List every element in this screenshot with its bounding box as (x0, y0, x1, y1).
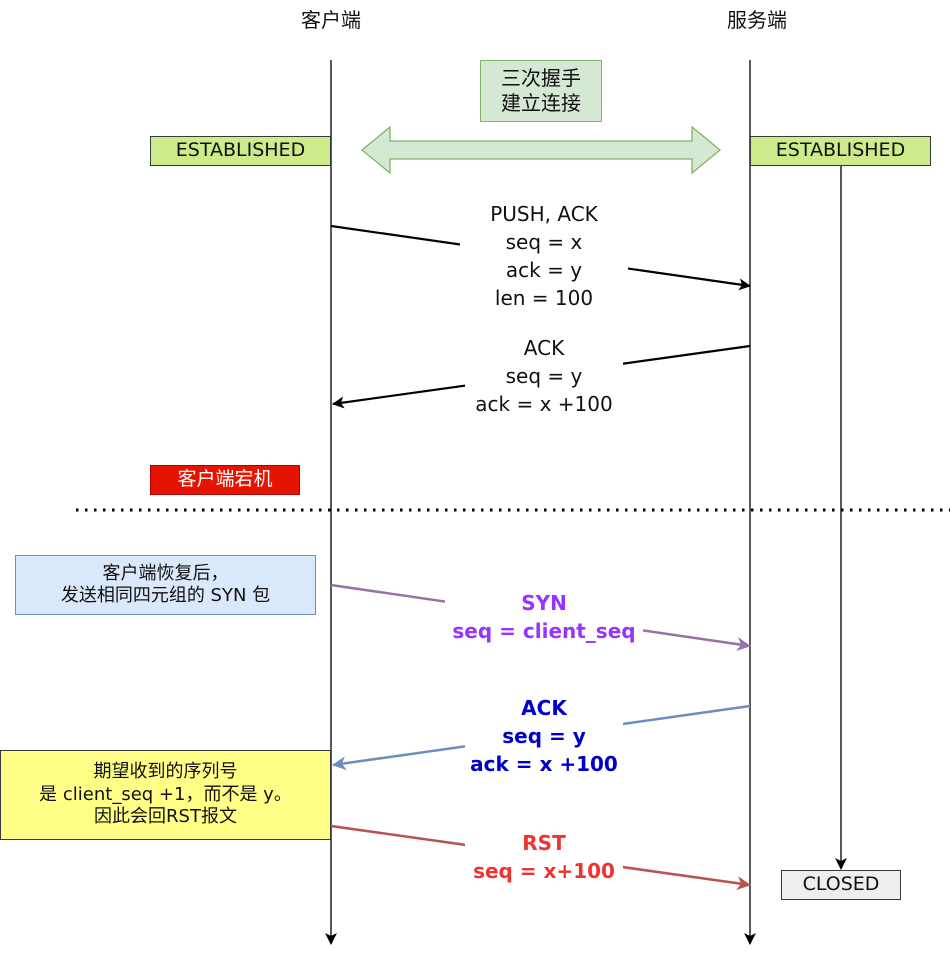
ack-retransmit-label-line: seq = y (502, 724, 586, 748)
push-ack-label-line: PUSH, ACK (490, 202, 598, 226)
ack-label-line: ack = x +100 (475, 392, 613, 416)
ack-label: ACK seq = y ack = x +100 (465, 334, 623, 418)
rst-label-line: seq = x+100 (473, 859, 615, 883)
expect-note-line3: 因此会回RST报文 (94, 806, 237, 828)
actor-server: 服务端 (727, 8, 787, 32)
push-ack-label-line: len = 100 (494, 286, 594, 310)
ack-label-line: seq = y (505, 364, 583, 388)
crash-note: 客户端宕机 (150, 465, 300, 495)
expect-note-line1: 期望收到的序列号 (93, 761, 238, 783)
syn-label: SYN seq = client_seq (445, 589, 643, 645)
expect-note-line2: 是 client_seq +1，而不是 y。 (39, 783, 292, 805)
handshake-note-line2: 建立连接 (501, 91, 581, 115)
handshake-note-line1: 三次握手 (501, 66, 581, 90)
handshake-note: 三次握手 建立连接 (480, 60, 602, 122)
handshake-double-arrow (360, 125, 722, 175)
recover-note-line2: 发送相同四元组的 SYN 包 (60, 585, 271, 606)
expect-note: 期望收到的序列号 是 client_seq +1，而不是 y。 因此会回RST报… (0, 750, 331, 840)
rst-label-line: RST (522, 831, 566, 855)
syn-label-line: SYN (521, 591, 567, 615)
client-established-state: ESTABLISHED (150, 136, 331, 166)
ack-retransmit-label-line: ack = x +100 (470, 752, 618, 776)
server-established-state: ESTABLISHED (750, 136, 931, 166)
server-closed-state: CLOSED (781, 870, 901, 900)
recover-note: 客户端恢复后， 发送相同四元组的 SYN 包 (15, 555, 316, 615)
push-ack-label: PUSH, ACK seq = x ack = y len = 100 (460, 200, 628, 312)
recover-note-line1: 客户端恢复后， (102, 562, 229, 584)
actor-client: 客户端 (301, 8, 361, 32)
ack-retransmit-label-line: ACK (521, 696, 567, 720)
rst-label: RST seq = x+100 (465, 829, 623, 885)
push-ack-label-line: seq = x (505, 230, 583, 254)
syn-label-line: seq = client_seq (452, 619, 636, 643)
ack-label-line: ACK (523, 336, 565, 360)
push-ack-label-line: ack = y (505, 258, 583, 282)
ack-retransmit-label: ACK seq = y ack = x +100 (465, 694, 623, 778)
